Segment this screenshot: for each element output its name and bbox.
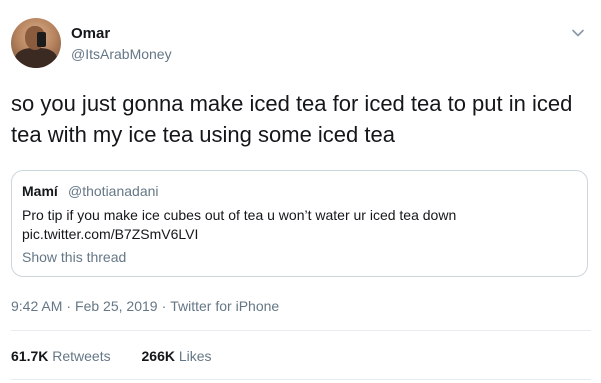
show-thread-link[interactable]: Show this thread xyxy=(22,248,126,266)
chevron-down-icon[interactable] xyxy=(571,26,585,40)
quote-text: Pro tip if you make ice cubes out of tea… xyxy=(22,207,457,223)
retweets-count: 61.7K xyxy=(11,348,49,364)
tweet-stats: 61.7K Retweets 266K Likes xyxy=(11,347,212,365)
likes-stat[interactable]: 266K Likes xyxy=(142,347,212,365)
quoted-tweet[interactable]: Mamí @thotianadani Pro tip if you make i… xyxy=(11,170,588,277)
avatar-phone xyxy=(37,32,46,47)
author-name[interactable]: Omar xyxy=(71,25,110,43)
tweet-text: so you just gonna make iced tea for iced… xyxy=(11,91,573,147)
quote-author-handle: @thotianadani xyxy=(68,183,159,199)
likes-count: 266K xyxy=(141,348,175,364)
likes-label: Likes xyxy=(178,348,212,364)
divider xyxy=(11,330,591,331)
avatar[interactable] xyxy=(11,18,61,68)
tweet-card: Omar @ItsArabMoney so you just gonna mak… xyxy=(0,0,601,383)
tweet-date[interactable]: Feb 25, 2019 xyxy=(75,298,158,314)
retweets-label: Retweets xyxy=(52,348,111,364)
author-handle[interactable]: @ItsArabMoney xyxy=(71,45,172,63)
tweet-time[interactable]: 9:42 AM xyxy=(11,298,62,314)
tweet-source[interactable]: Twitter for iPhone xyxy=(170,298,279,314)
tweet-meta: 9:42 AM · Feb 25, 2019 · Twitter for iPhone xyxy=(11,297,279,315)
quote-media-link[interactable]: pic.twitter.com/B7ZSmV6LVI xyxy=(22,225,198,243)
meta-separator: · xyxy=(161,298,167,314)
divider xyxy=(11,379,591,380)
retweets-stat[interactable]: 61.7K Retweets xyxy=(11,347,111,365)
meta-separator: · xyxy=(66,298,72,314)
quote-author-name: Mamí xyxy=(22,183,58,199)
avatar-shirt xyxy=(15,48,57,68)
